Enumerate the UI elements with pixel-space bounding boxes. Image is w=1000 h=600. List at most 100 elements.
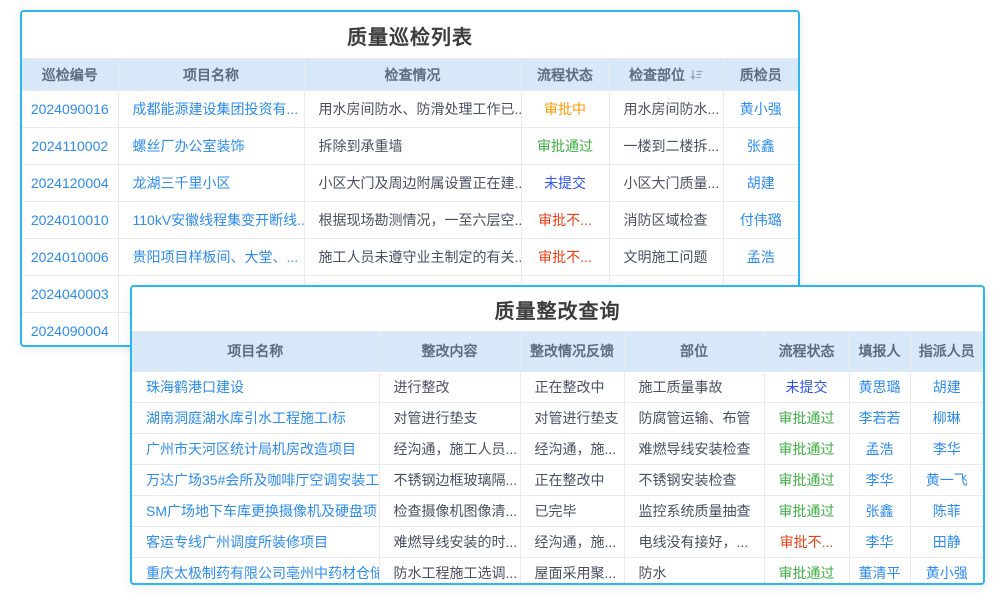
column-label: 检查部位: [629, 67, 685, 83]
cell-reporter[interactable]: 李华: [849, 527, 910, 558]
cell-assignee[interactable]: 黄一飞: [910, 465, 983, 496]
status-badge: 审批通过: [779, 503, 835, 519]
cell-reporter[interactable]: 董清平: [849, 558, 910, 586]
link-text[interactable]: 黄思璐: [859, 379, 901, 395]
link-text[interactable]: 张鑫: [866, 503, 894, 519]
link-text[interactable]: 龙湖三千里小区: [133, 175, 231, 191]
link-text[interactable]: 2024110002: [31, 138, 108, 154]
cell-process-status: 审批通过: [764, 496, 849, 527]
link-text[interactable]: 李华: [866, 534, 894, 550]
cell-process-status: 审批不...: [764, 527, 849, 558]
link-text[interactable]: 2024120004: [31, 175, 109, 191]
cell-project-name[interactable]: 万达广场35#会所及咖啡厅空调安装工程: [132, 465, 379, 496]
cell-assignee[interactable]: 田静: [910, 527, 983, 558]
cell-inspector[interactable]: 孟浩: [723, 239, 798, 276]
link-text[interactable]: 田静: [933, 534, 961, 550]
link-text[interactable]: 张鑫: [747, 138, 775, 154]
link-text[interactable]: 孟浩: [747, 249, 775, 265]
cell-inspector[interactable]: 胡建: [723, 165, 798, 202]
cell-location: 难燃导线安装检查: [624, 434, 764, 465]
column-header-rectify-feedback: 整改情况反馈: [520, 332, 624, 372]
column-header-inspection-location[interactable]: 检查部位: [609, 59, 723, 91]
cell-inspection-location: 消防区域检查: [609, 202, 723, 239]
cell-inspector[interactable]: 付伟璐: [723, 202, 798, 239]
rectification-query-window: 质量整改查询 项目名称整改内容整改情况反馈部位流程状态填报人指派人员 珠海鹤港口…: [130, 285, 985, 585]
link-text[interactable]: 110kV安徽线程集变开断线...: [133, 212, 305, 228]
cell-inspection-id[interactable]: 2024090004: [22, 313, 118, 348]
sort-descending-icon[interactable]: [690, 68, 703, 84]
link-text[interactable]: 广州市天河区统计局机房改造项目: [146, 441, 356, 457]
link-text[interactable]: 客运专线广州调度所装修项目: [146, 534, 328, 550]
link-text[interactable]: 2024040003: [31, 286, 109, 302]
cell-rectify-content: 难燃导线安装的时...: [379, 527, 520, 558]
link-text[interactable]: 2024010010: [31, 212, 109, 228]
link-text[interactable]: 胡建: [747, 175, 775, 191]
link-text[interactable]: 李若若: [859, 410, 901, 426]
cell-assignee[interactable]: 柳琳: [910, 403, 983, 434]
link-text[interactable]: 董清平: [859, 565, 901, 581]
link-text[interactable]: 付伟璐: [740, 212, 782, 228]
link-text[interactable]: 螺丝厂办公室装饰: [133, 138, 245, 154]
cell-inspection-id[interactable]: 2024010010: [22, 202, 118, 239]
link-text[interactable]: 贵阳项目样板间、大堂、...: [133, 249, 299, 265]
link-text[interactable]: 湖南洞庭湖水库引水工程施工I标: [146, 410, 346, 426]
cell-inspection-detail: 施工人员未遵守业主制定的有关...: [304, 239, 521, 276]
cell-reporter[interactable]: 张鑫: [849, 496, 910, 527]
cell-project-name[interactable]: 珠海鹤港口建设: [132, 372, 379, 403]
cell-project-name[interactable]: SM广场地下车库更换摄像机及硬盘项目: [132, 496, 379, 527]
link-text[interactable]: 胡建: [933, 379, 961, 395]
table-row: 湖南洞庭湖水库引水工程施工I标对管进行垫支对管进行垫支防腐管运输、布管审批通过李…: [132, 403, 983, 434]
cell-assignee[interactable]: 胡建: [910, 372, 983, 403]
link-text[interactable]: 李华: [933, 441, 961, 457]
cell-project-name[interactable]: 螺丝厂办公室装饰: [118, 128, 304, 165]
cell-assignee[interactable]: 李华: [910, 434, 983, 465]
cell-inspector[interactable]: 张鑫: [723, 128, 798, 165]
rectification-query-title: 质量整改查询: [132, 287, 983, 331]
cell-inspection-id[interactable]: 2024120004: [22, 165, 118, 202]
cell-project-name[interactable]: 110kV安徽线程集变开断线...: [118, 202, 304, 239]
cell-project-name[interactable]: 成都能源建设集团投资有...: [118, 91, 304, 128]
cell-inspector[interactable]: 黄小强: [723, 91, 798, 128]
cell-project-name[interactable]: 重庆太极制药有限公司亳州中药材仓储物流: [132, 558, 379, 586]
link-text[interactable]: 黄小强: [740, 101, 782, 117]
cell-text: 防水: [639, 565, 667, 581]
cell-text: 小区大门质量...: [624, 175, 720, 191]
cell-project-name[interactable]: 湖南洞庭湖水库引水工程施工I标: [132, 403, 379, 434]
cell-inspection-id[interactable]: 2024110002: [22, 128, 118, 165]
cell-reporter[interactable]: 孟浩: [849, 434, 910, 465]
link-text[interactable]: 李华: [866, 472, 894, 488]
cell-text: 经沟通，施...: [535, 534, 617, 550]
cell-assignee[interactable]: 陈菲: [910, 496, 983, 527]
cell-text: 正在整改中: [535, 379, 605, 395]
link-text[interactable]: 2024090016: [31, 101, 109, 117]
cell-inspection-id[interactable]: 2024090016: [22, 91, 118, 128]
cell-project-name[interactable]: 龙湖三千里小区: [118, 165, 304, 202]
cell-reporter[interactable]: 李若若: [849, 403, 910, 434]
cell-reporter[interactable]: 黄思璐: [849, 372, 910, 403]
cell-inspection-id[interactable]: 2024010006: [22, 239, 118, 276]
cell-text: 已完毕: [535, 503, 577, 519]
link-text[interactable]: 陈菲: [933, 503, 961, 519]
link-text[interactable]: 柳琳: [933, 410, 961, 426]
cell-project-name[interactable]: 贵阳项目样板间、大堂、...: [118, 239, 304, 276]
link-text[interactable]: 2024090004: [31, 323, 109, 339]
cell-process-status: 审批通过: [764, 434, 849, 465]
cell-process-status: 审批通过: [764, 403, 849, 434]
cell-text: 根据现场勘测情况，一至六层空...: [319, 212, 522, 228]
cell-project-name[interactable]: 客运专线广州调度所装修项目: [132, 527, 379, 558]
link-text[interactable]: SM广场地下车库更换摄像机及硬盘项目: [146, 503, 379, 519]
cell-text: 不锈钢边框玻璃隔...: [394, 472, 518, 488]
link-text[interactable]: 黄一飞: [926, 472, 968, 488]
cell-project-name[interactable]: 广州市天河区统计局机房改造项目: [132, 434, 379, 465]
link-text[interactable]: 黄小强: [926, 565, 968, 581]
link-text[interactable]: 孟浩: [866, 441, 894, 457]
cell-reporter[interactable]: 李华: [849, 465, 910, 496]
link-text[interactable]: 2024010006: [31, 249, 109, 265]
link-text[interactable]: 万达广场35#会所及咖啡厅空调安装工程: [146, 472, 379, 488]
link-text[interactable]: 重庆太极制药有限公司亳州中药材仓储物流: [146, 565, 379, 581]
cell-inspection-id[interactable]: 2024040003: [22, 276, 118, 313]
link-text[interactable]: 珠海鹤港口建设: [146, 379, 244, 395]
link-text[interactable]: 成都能源建设集团投资有...: [133, 101, 299, 117]
cell-text: 防水工程施工选调...: [394, 565, 518, 581]
cell-assignee[interactable]: 黄小强: [910, 558, 983, 586]
